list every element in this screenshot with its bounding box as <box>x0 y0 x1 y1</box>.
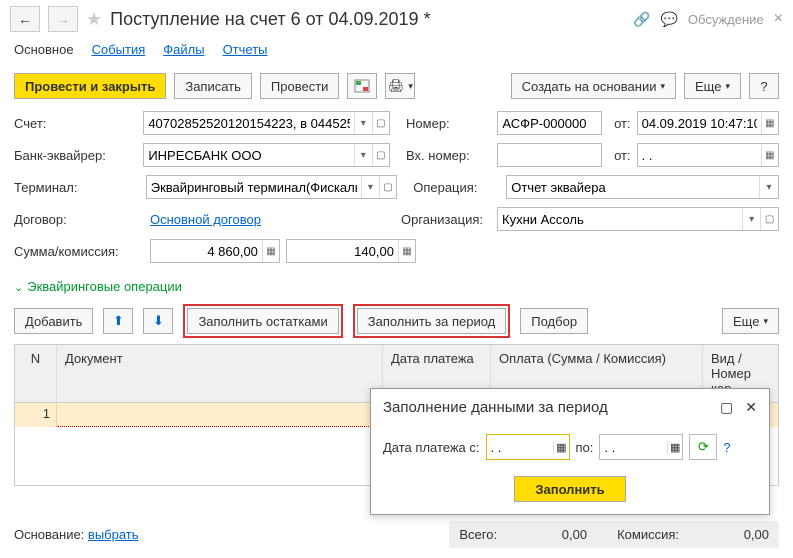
date-to-field[interactable]: ▦ <box>599 434 683 460</box>
org-label: Организация: <box>401 212 491 227</box>
help-button[interactable]: ? <box>749 73 779 99</box>
tab-reports[interactable]: Отчеты <box>223 42 268 57</box>
discuss-icon[interactable]: 💬 <box>660 11 677 28</box>
dropdown-icon[interactable]: ▾ <box>361 176 379 198</box>
post-button[interactable]: Провести <box>260 73 340 99</box>
create-based-button[interactable]: Создать на основании▾ <box>511 73 676 99</box>
calendar-icon[interactable]: ▦ <box>553 441 568 454</box>
dropdown-icon[interactable]: ▾ <box>759 176 778 198</box>
total-label: Всего: <box>459 527 497 542</box>
total-value: 0,00 <box>527 527 587 542</box>
dropdown-icon[interactable]: ▾ <box>742 208 760 230</box>
save-button[interactable]: Записать <box>174 73 252 99</box>
popup-fill-button[interactable]: Заполнить <box>514 476 625 502</box>
calendar-icon[interactable]: ▦ <box>667 441 682 454</box>
account-label: Счет: <box>14 116 137 131</box>
basis-label: Основание: <box>14 527 84 542</box>
contract-label: Договор: <box>14 212 144 227</box>
post-and-close-button[interactable]: Провести и закрыть <box>14 73 166 99</box>
bank-label: Банк-эквайрер: <box>14 148 137 163</box>
fill-remains-button[interactable]: Заполнить остатками <box>187 308 338 334</box>
fill-period-popup: Заполнение данными за период ▢ ✕ Дата пл… <box>370 388 770 515</box>
from-label: от: <box>608 116 631 131</box>
sum-label: Сумма/комиссия: <box>14 244 144 259</box>
tab-events[interactable]: События <box>92 42 146 57</box>
date-field[interactable]: ▦ <box>637 111 779 135</box>
row-n: 1 <box>15 403 57 427</box>
row-doc[interactable] <box>57 403 383 427</box>
tab-files[interactable]: Файлы <box>163 42 204 57</box>
close-icon[interactable]: × <box>774 10 783 28</box>
date-from-label: Дата платежа с: <box>383 440 480 455</box>
vnum-field[interactable] <box>497 143 601 167</box>
terminal-label: Терминал: <box>14 180 140 195</box>
nav-back-button[interactable]: ← <box>10 6 40 32</box>
dropdown-icon[interactable]: ▾ <box>354 144 371 166</box>
move-up-button[interactable]: ⬆ <box>103 308 133 334</box>
col-document[interactable]: Документ <box>57 345 383 402</box>
operation-label: Операция: <box>413 180 500 195</box>
refresh-button[interactable]: ⟳ <box>689 434 717 460</box>
add-button[interactable]: Добавить <box>14 308 93 334</box>
account-field[interactable]: ▾▢ <box>143 111 390 135</box>
open-icon[interactable]: ▢ <box>372 144 389 166</box>
discuss-label[interactable]: Обсуждение <box>688 12 764 27</box>
link-icon[interactable]: 🔗 <box>633 11 650 28</box>
dropdown-icon[interactable]: ▾ <box>354 112 371 134</box>
calendar-icon[interactable]: ▦ <box>761 144 778 166</box>
number-label: Номер: <box>406 116 491 131</box>
pick-button[interactable]: Подбор <box>520 308 588 334</box>
print-button[interactable]: 🖨▾ <box>385 73 415 99</box>
org-field[interactable]: ▾▢ <box>497 207 779 231</box>
date-to-label: по: <box>576 440 594 455</box>
popup-help-button[interactable]: ? <box>723 440 730 455</box>
page-title: Поступление на счет 6 от 04.09.2019 * <box>110 9 430 30</box>
section-acquiring[interactable]: ⌄Эквайринговые операции <box>0 275 793 298</box>
table-more-button[interactable]: Еще▾ <box>722 308 779 334</box>
basis-link[interactable]: выбрать <box>88 527 139 542</box>
commission-label: Комиссия: <box>617 527 679 542</box>
number-field[interactable] <box>497 111 601 135</box>
contract-link[interactable]: Основной договор <box>150 212 261 227</box>
from-label-2: от: <box>608 148 631 163</box>
open-icon[interactable]: ▢ <box>379 176 397 198</box>
vdate-field[interactable]: ▦ <box>637 143 779 167</box>
commission-field[interactable]: ▦ <box>286 239 416 263</box>
col-n[interactable]: N <box>15 345 57 402</box>
date-from-field[interactable]: ▦ <box>486 434 570 460</box>
open-icon[interactable]: ▢ <box>760 208 778 230</box>
popup-close-icon[interactable]: ✕ <box>745 399 757 416</box>
popup-title: Заполнение данными за период <box>383 399 608 416</box>
more-button[interactable]: Еще▾ <box>684 73 741 99</box>
favorite-star-icon[interactable]: ★ <box>86 9 102 30</box>
bank-field[interactable]: ▾▢ <box>143 143 390 167</box>
operation-field[interactable]: ▾ <box>506 175 779 199</box>
dt-kt-button[interactable] <box>347 73 377 99</box>
collapse-icon[interactable]: ⌄ <box>14 282 23 294</box>
vnum-label: Вх. номер: <box>406 148 491 163</box>
tab-main[interactable]: Основное <box>14 42 74 57</box>
commission-value: 0,00 <box>709 527 769 542</box>
calc-icon[interactable]: ▦ <box>398 240 415 262</box>
terminal-field[interactable]: ▾▢ <box>146 175 397 199</box>
nav-fwd-button[interactable]: → <box>48 6 78 32</box>
calc-icon[interactable]: ▦ <box>262 240 279 262</box>
sum-field[interactable]: ▦ <box>150 239 280 263</box>
move-down-button[interactable]: ⬇ <box>143 308 173 334</box>
calendar-icon[interactable]: ▦ <box>761 112 778 134</box>
open-icon[interactable]: ▢ <box>372 112 389 134</box>
fill-period-button[interactable]: Заполнить за период <box>357 308 507 334</box>
maximize-icon[interactable]: ▢ <box>720 399 733 416</box>
